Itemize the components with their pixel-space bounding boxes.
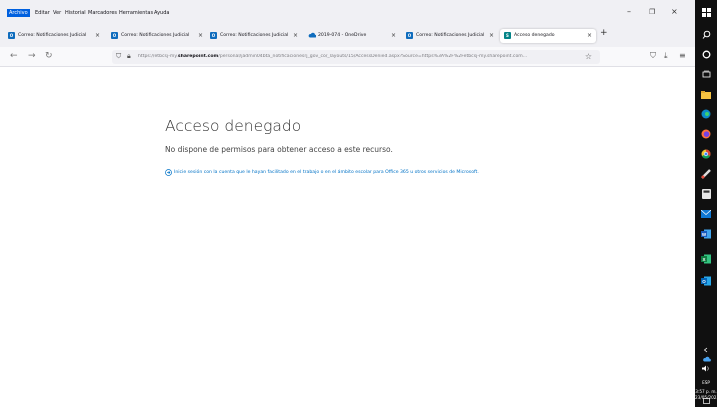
tab-label: Correo: Notificaciones Judicial	[416, 33, 485, 38]
hamburger-menu-icon[interactable]: ≡	[679, 51, 686, 60]
taskbar: W X O ESP 3:57 p. m. 23/05/2023	[695, 0, 717, 407]
page-subtitle: No dispone de permisos para obtener acce…	[165, 145, 393, 154]
tab-correo-4[interactable]: O Correo: Notificaciones Judicial ×	[402, 29, 498, 43]
cortana-icon[interactable]	[700, 48, 712, 60]
search-icon[interactable]	[700, 28, 712, 40]
excel-icon[interactable]: X	[700, 253, 712, 265]
reload-icon[interactable]: ↻	[45, 51, 53, 61]
tab-onedrive[interactable]: 2019-074 - OneDrive ×	[304, 29, 400, 43]
tab-close-icon[interactable]: ×	[95, 32, 100, 39]
navigation-bar: ← → ↻ ⛉ 🔒︎ https://etbcsj-my.sharepoint.…	[0, 47, 695, 67]
lock-icon[interactable]: 🔒︎	[127, 52, 131, 61]
url-bar[interactable]: ⛉ 🔒︎ https://etbcsj-my.sharepoint.com/pe…	[112, 50, 600, 64]
menu-item-historial[interactable]: Historial	[65, 9, 86, 17]
svg-text:X: X	[702, 257, 705, 262]
outlook-icon: O	[111, 32, 118, 39]
tab-close-icon[interactable]: ×	[587, 32, 592, 39]
back-icon[interactable]: ←	[10, 51, 18, 61]
tab-label: Correo: Notificaciones Judicial	[18, 33, 87, 38]
menu-item-ayuda[interactable]: Ayuda	[154, 9, 169, 17]
menu-item-marcadores[interactable]: Marcadores	[88, 9, 117, 17]
onedrive-tray-icon[interactable]	[700, 355, 712, 363]
outlook-icon: O	[210, 32, 217, 39]
menu-bar: Archivo Editar Ver Historial Marcadores …	[0, 0, 695, 24]
outlook-app-icon[interactable]: O	[700, 275, 712, 287]
tab-label: Correo: Notificaciones Judicial	[121, 33, 190, 38]
word-icon[interactable]: W	[700, 228, 712, 240]
tab-label: 2019-074 - OneDrive	[318, 33, 367, 38]
outlook-icon: O	[8, 32, 15, 39]
signin-link[interactable]: Inicie sesión con la cuenta que le hayan…	[174, 170, 479, 175]
url-text[interactable]: https://etbcsj-my.sharepoint.com/persona…	[138, 54, 578, 60]
close-icon[interactable]: ×	[671, 7, 678, 16]
forward-icon[interactable]: →	[28, 51, 36, 61]
page-title: Acceso denegado	[165, 117, 302, 135]
menu-item-editar[interactable]: Editar	[35, 9, 50, 17]
tab-close-icon[interactable]: ×	[391, 32, 396, 39]
tab-label: Correo: Notificaciones Judicial	[220, 33, 289, 38]
tab-correo-2[interactable]: O Correo: Notificaciones Judicial ×	[107, 29, 207, 43]
calculator-icon[interactable]	[700, 188, 712, 200]
firefox-icon[interactable]	[700, 128, 712, 140]
chrome-icon[interactable]	[700, 148, 712, 160]
svg-text:O: O	[702, 279, 706, 284]
file-explorer-icon[interactable]	[700, 88, 712, 100]
menu-item-ver[interactable]: Ver	[53, 9, 61, 17]
mail-icon[interactable]	[700, 208, 712, 220]
tab-close-icon[interactable]: ×	[489, 32, 494, 39]
tab-acceso-denegado[interactable]: S Acceso denegado ×	[500, 29, 596, 43]
chevron-up-icon[interactable]	[700, 346, 712, 354]
restore-icon[interactable]: ❐	[649, 8, 655, 16]
outlook-icon: O	[406, 32, 413, 39]
menu-item-archivo[interactable]: Archivo	[7, 9, 30, 17]
tab-close-icon[interactable]: ×	[198, 32, 203, 39]
screen: Archivo Editar Ver Historial Marcadores …	[0, 0, 717, 407]
download-icon[interactable]: ⤓	[664, 51, 668, 61]
arrow-circle-icon[interactable]	[165, 169, 172, 176]
volume-icon[interactable]	[700, 364, 712, 372]
tab-label: Acceso denegado	[514, 33, 555, 38]
minimize-icon[interactable]: –	[627, 7, 631, 16]
notifications-icon[interactable]	[700, 396, 712, 406]
language-indicator[interactable]: ESP	[695, 380, 717, 385]
tab-bar: O Correo: Notificaciones Judicial × O Co…	[0, 24, 695, 47]
shield-icon[interactable]: ⛉	[116, 52, 121, 61]
tab-correo-1[interactable]: O Correo: Notificaciones Judicial ×	[4, 29, 104, 43]
clock-time[interactable]: 3:57 p. m.	[695, 389, 717, 394]
paint-icon[interactable]	[700, 168, 712, 180]
sharepoint-icon: S	[504, 32, 511, 39]
onedrive-icon	[308, 32, 317, 39]
edge-icon[interactable]	[700, 108, 712, 120]
bookmark-star-icon[interactable]: ☆	[585, 52, 592, 61]
new-tab-icon[interactable]: +	[600, 28, 608, 38]
menu-item-herramientas[interactable]: Herramientas	[119, 9, 153, 17]
pocket-icon[interactable]: ⛉	[650, 51, 656, 61]
tab-correo-3[interactable]: O Correo: Notificaciones Judicial ×	[206, 29, 302, 43]
browser-window: Archivo Editar Ver Historial Marcadores …	[0, 0, 695, 407]
start-icon[interactable]	[700, 6, 712, 18]
task-view-icon[interactable]	[700, 68, 712, 80]
tab-close-icon[interactable]: ×	[293, 32, 298, 39]
